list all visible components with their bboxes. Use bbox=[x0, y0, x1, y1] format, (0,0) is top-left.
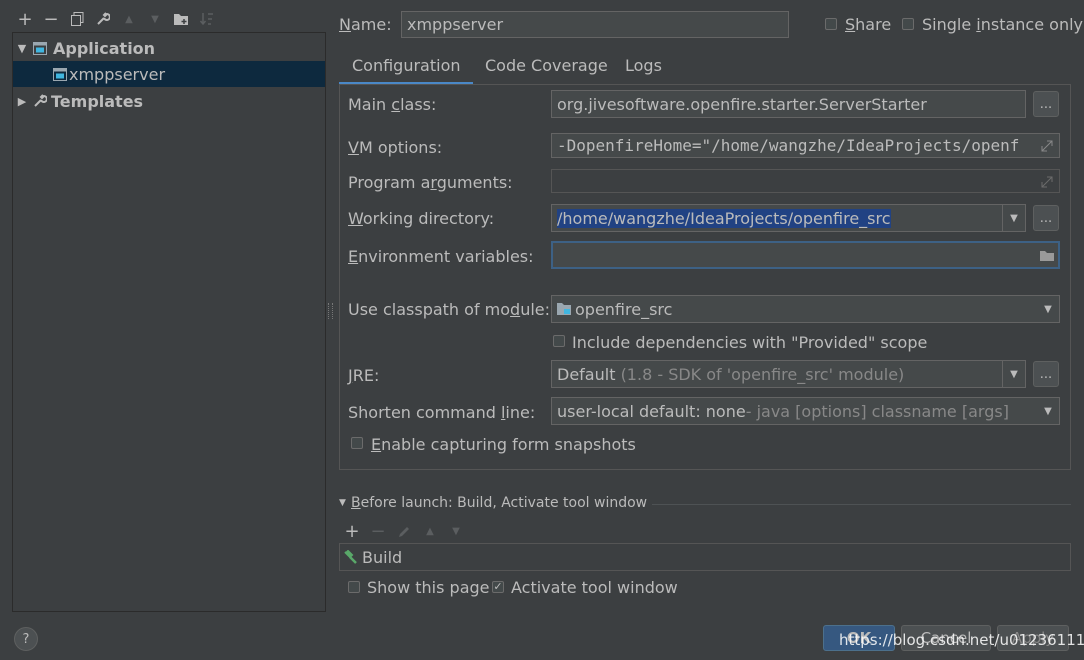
tab-code-coverage[interactable]: Code Coverage bbox=[485, 56, 608, 82]
tree-label-application: Application bbox=[53, 38, 156, 58]
include-dependencies-label[interactable]: Include dependencies with "Provided" sco… bbox=[572, 333, 927, 352]
add-task-icon[interactable]: + bbox=[341, 520, 363, 542]
share-label[interactable]: Share bbox=[845, 15, 891, 34]
enable-snapshots-label[interactable]: Enable capturing form snapshots bbox=[371, 435, 636, 454]
expand-icon[interactable] bbox=[1041, 138, 1055, 152]
tree-label-xmppserver: xmppserver bbox=[69, 64, 166, 84]
module-icon bbox=[557, 303, 571, 315]
wrench-icon bbox=[33, 94, 49, 108]
single-instance-checkbox[interactable] bbox=[902, 18, 914, 30]
chevron-down-icon[interactable]: ▼ bbox=[1037, 398, 1059, 424]
show-page-label[interactable]: Show this page bbox=[367, 578, 490, 597]
tree-item-xmppserver[interactable]: xmppserver bbox=[13, 61, 325, 87]
shorten-command-line-combo[interactable]: user-local default: none - java [options… bbox=[551, 397, 1060, 425]
sort-icon[interactable] bbox=[196, 8, 218, 30]
before-launch-title[interactable]: Before launch: Build, Activate tool wind… bbox=[351, 495, 647, 511]
shorten-command-line-label: Shorten command line: bbox=[348, 403, 536, 422]
program-arguments-label: Program arguments: bbox=[348, 173, 513, 192]
splitter-handle[interactable] bbox=[328, 303, 333, 319]
activate-tool-window-checkbox[interactable]: ✓ bbox=[492, 581, 504, 593]
program-arguments-input[interactable] bbox=[551, 169, 1060, 193]
name-label: Name: bbox=[339, 15, 392, 34]
move-down-icon[interactable]: ▼ bbox=[144, 8, 166, 30]
environment-variables-label: Environment variables: bbox=[348, 247, 534, 266]
build-task-label: Build bbox=[362, 547, 403, 567]
collapse-arrow-icon[interactable]: ▶ bbox=[15, 95, 29, 108]
name-input[interactable]: xmppserver bbox=[401, 11, 789, 38]
share-checkbox[interactable] bbox=[825, 18, 837, 30]
tab-configuration[interactable]: Configuration bbox=[352, 56, 461, 82]
working-directory-value[interactable]: /home/wangzhe/IdeaProjects/openfire_src bbox=[557, 208, 891, 228]
help-button[interactable]: ? bbox=[14, 627, 38, 651]
show-page-checkbox[interactable] bbox=[348, 581, 360, 593]
new-folder-icon[interactable] bbox=[170, 8, 192, 30]
before-launch-list: Build bbox=[339, 543, 1071, 571]
list-item[interactable]: Build bbox=[341, 545, 1071, 569]
jre-combo[interactable]: Default (1.8 - SDK of 'openfire_src' mod… bbox=[551, 360, 1026, 388]
activate-tool-window-label[interactable]: Activate tool window bbox=[511, 578, 678, 597]
expand-arrow-icon[interactable]: ▼ bbox=[15, 42, 29, 55]
chevron-down-icon[interactable]: ▼ bbox=[1037, 296, 1059, 322]
application-icon bbox=[33, 41, 49, 55]
edit-task-icon[interactable] bbox=[393, 520, 415, 542]
run-config-tree: ▼ Application xmppserver ▶ Templates bbox=[12, 32, 326, 612]
vm-options-label: VM options: bbox=[348, 138, 443, 157]
folder-icon[interactable] bbox=[1040, 248, 1056, 262]
tree-label-templates: Templates bbox=[51, 91, 144, 111]
move-up-icon[interactable]: ▲ bbox=[118, 8, 140, 30]
move-up-icon[interactable]: ▲ bbox=[419, 520, 441, 542]
main-class-label: Main class: bbox=[348, 95, 437, 114]
wrench-icon[interactable] bbox=[92, 8, 114, 30]
remove-icon[interactable]: − bbox=[40, 8, 62, 30]
collapse-arrow-icon[interactable]: ▼ bbox=[339, 498, 346, 508]
watermark: https://blog.csdn.net/u012361112 bbox=[839, 631, 1084, 649]
classpath-module-label: Use classpath of module: bbox=[348, 300, 551, 319]
jre-label: JRE: bbox=[348, 366, 380, 385]
working-directory-combo[interactable]: /home/wangzhe/IdeaProjects/openfire_src … bbox=[551, 204, 1026, 232]
add-icon[interactable]: + bbox=[14, 8, 36, 30]
tree-item-templates[interactable]: ▶ Templates bbox=[13, 88, 325, 114]
expand-icon[interactable] bbox=[1041, 174, 1055, 188]
browse-jre-button[interactable]: ... bbox=[1033, 361, 1059, 387]
environment-variables-input[interactable] bbox=[551, 241, 1060, 269]
main-class-input[interactable]: org.jivesoftware.openfire.starter.Server… bbox=[551, 90, 1026, 118]
remove-task-icon[interactable]: − bbox=[367, 520, 389, 542]
chevron-down-icon[interactable]: ▼ bbox=[1003, 361, 1025, 387]
include-dependencies-checkbox[interactable] bbox=[553, 335, 565, 347]
tab-logs[interactable]: Logs bbox=[625, 56, 662, 82]
move-down-icon[interactable]: ▼ bbox=[445, 520, 467, 542]
working-directory-label: Working directory: bbox=[348, 209, 495, 228]
classpath-module-combo[interactable]: openfire_src ▼ bbox=[551, 295, 1060, 323]
divider bbox=[652, 504, 1071, 505]
tree-item-application[interactable]: ▼ Application bbox=[13, 35, 325, 61]
application-config-icon bbox=[53, 67, 69, 81]
copy-icon[interactable] bbox=[66, 8, 88, 30]
chevron-down-icon[interactable]: ▼ bbox=[1003, 205, 1025, 231]
enable-snapshots-checkbox[interactable] bbox=[351, 437, 363, 449]
hammer-icon bbox=[343, 550, 358, 564]
browse-working-directory-button[interactable]: ... bbox=[1033, 205, 1059, 231]
vm-options-input[interactable]: -DopenfireHome="/home/wangzhe/IdeaProjec… bbox=[551, 133, 1060, 158]
browse-main-class-button[interactable]: ... bbox=[1033, 91, 1059, 117]
single-instance-label[interactable]: Single instance only bbox=[922, 15, 1083, 34]
